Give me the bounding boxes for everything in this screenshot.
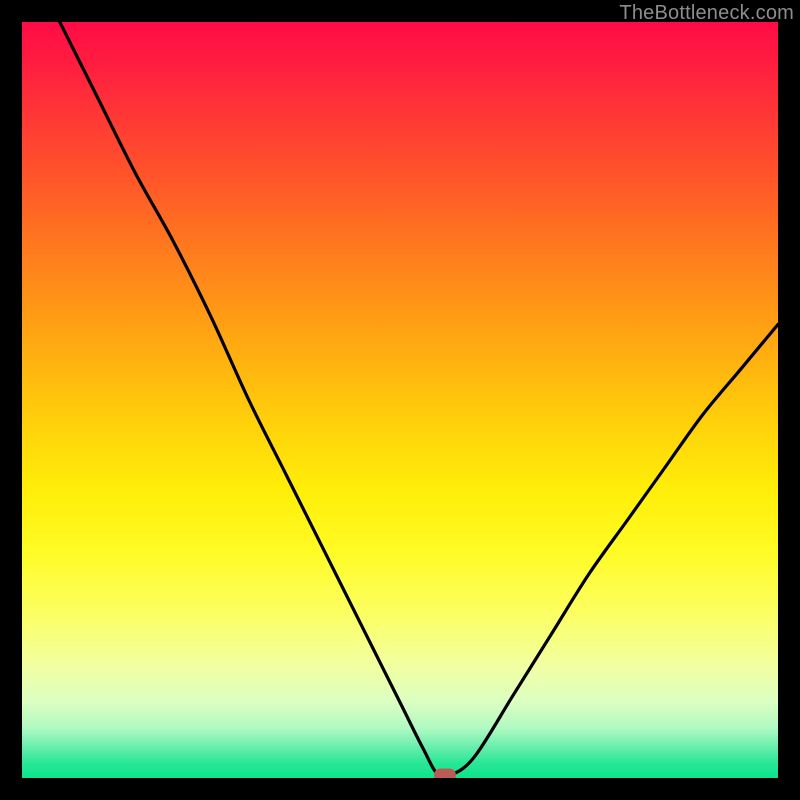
optimum-marker [434, 768, 456, 778]
bottleneck-curve [22, 22, 778, 778]
plot-area [22, 22, 778, 778]
chart-frame: TheBottleneck.com [0, 0, 800, 800]
watermark-label: TheBottleneck.com [619, 2, 794, 25]
